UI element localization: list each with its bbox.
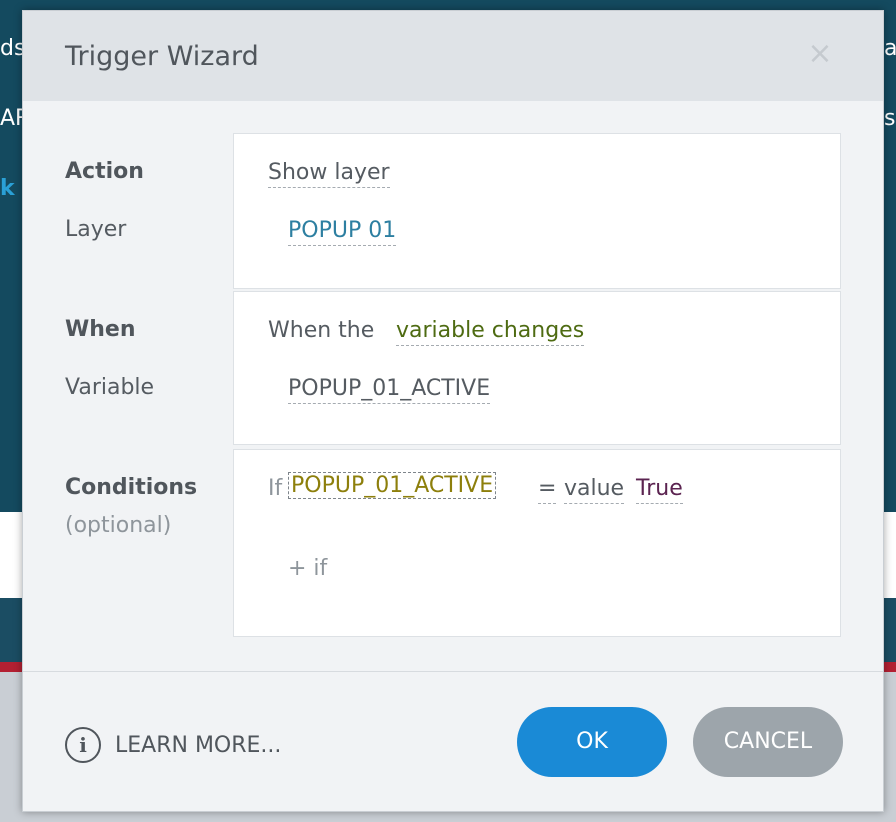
variable-select[interactable]: POPUP_01_ACTIVE — [288, 376, 491, 404]
dialog-header: Trigger Wizard × — [23, 11, 883, 101]
when-panel: When the variable changes POPUP_01_ACTIV… — [233, 291, 841, 445]
ok-button[interactable]: OK — [517, 707, 667, 777]
action-select[interactable]: Show layer — [268, 160, 390, 188]
trigger-wizard-dialog: Trigger Wizard × Action Layer Show layer… — [22, 10, 884, 812]
background-text-fragment: k — [0, 176, 15, 201]
layer-label: Layer — [65, 217, 127, 242]
conditions-optional-label: (optional) — [65, 513, 172, 538]
background-text-fragment: s — [884, 106, 896, 131]
condition-operator-select[interactable]: = — [538, 476, 557, 504]
close-icon[interactable]: × — [805, 37, 835, 71]
cancel-button[interactable]: CANCEL — [693, 707, 843, 777]
condition-variable-select[interactable]: POPUP_01_ACTIVE — [288, 472, 497, 499]
action-panel: Show layer POPUP 01 — [233, 133, 841, 289]
learn-more-link[interactable]: LEARN MORE... — [115, 733, 281, 758]
dialog-title: Trigger Wizard — [65, 41, 259, 72]
event-select[interactable]: variable changes — [396, 318, 585, 346]
variable-label: Variable — [65, 375, 155, 400]
action-label: Action — [65, 159, 144, 184]
layer-select[interactable]: POPUP 01 — [288, 218, 397, 246]
when-label: When — [65, 317, 136, 342]
conditions-label: Conditions — [65, 475, 198, 500]
condition-if-word: If — [268, 476, 283, 501]
condition-value-type-select[interactable]: value — [564, 476, 625, 504]
add-condition-button[interactable]: + if — [288, 556, 327, 581]
info-icon[interactable]: i — [65, 727, 101, 763]
when-prefix: When the — [268, 318, 375, 343]
conditions-panel: If POPUP_01_ACTIVE = value True + if — [233, 449, 841, 637]
condition-value-select[interactable]: True — [636, 476, 683, 504]
background-text-fragment: a — [884, 36, 896, 61]
footer-divider — [23, 671, 883, 672]
